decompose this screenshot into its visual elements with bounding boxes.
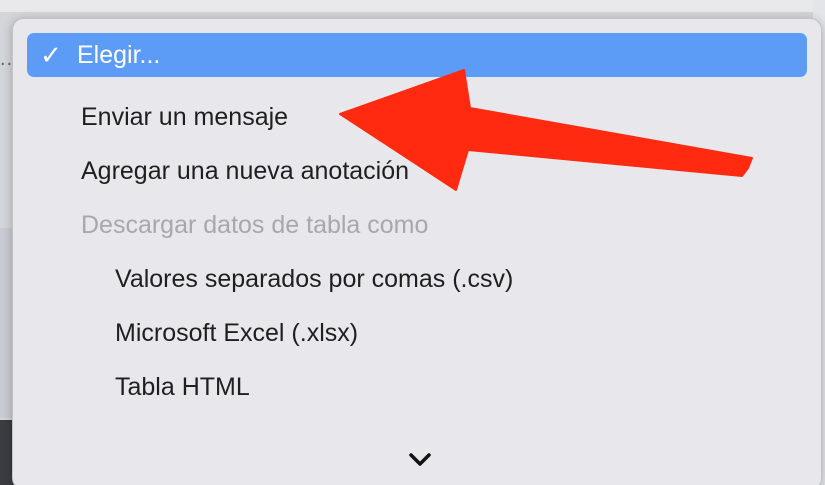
screenshot-scene: ... ✓ Elegir... Enviar un mensaje Agrega… bbox=[0, 0, 825, 485]
menu-item-enviar-mensaje[interactable]: Enviar un mensaje bbox=[27, 95, 807, 139]
menu-item-label: Elegir... bbox=[77, 40, 161, 69]
menu-item-csv[interactable]: Valores separados por comas (.csv) bbox=[27, 257, 807, 301]
background-window-top bbox=[0, 0, 825, 12]
menu-item-elegir[interactable]: ✓ Elegir... bbox=[27, 33, 807, 77]
checkmark-icon: ✓ bbox=[40, 39, 62, 70]
menu-item-label: Descargar datos de tabla como bbox=[81, 210, 429, 239]
popup-menu: ✓ Elegir... Enviar un mensaje Agregar un… bbox=[12, 18, 822, 485]
chevron-down-icon[interactable] bbox=[407, 447, 433, 473]
menu-item-label: Valores separados por comas (.csv) bbox=[115, 264, 514, 293]
menu-item-label: Microsoft Excel (.xlsx) bbox=[115, 318, 359, 347]
menu-section-header-descargar: Descargar datos de tabla como bbox=[27, 203, 807, 247]
menu-item-html-table[interactable]: Tabla HTML bbox=[27, 365, 807, 409]
menu-item-label: Agregar una nueva anotación bbox=[81, 156, 410, 185]
menu-item-agregar-anotacion[interactable]: Agregar una nueva anotación bbox=[27, 149, 807, 193]
menu-item-label: Tabla HTML bbox=[115, 372, 250, 401]
menu-item-xlsx[interactable]: Microsoft Excel (.xlsx) bbox=[27, 311, 807, 355]
menu-item-label: Enviar un mensaje bbox=[81, 102, 289, 131]
